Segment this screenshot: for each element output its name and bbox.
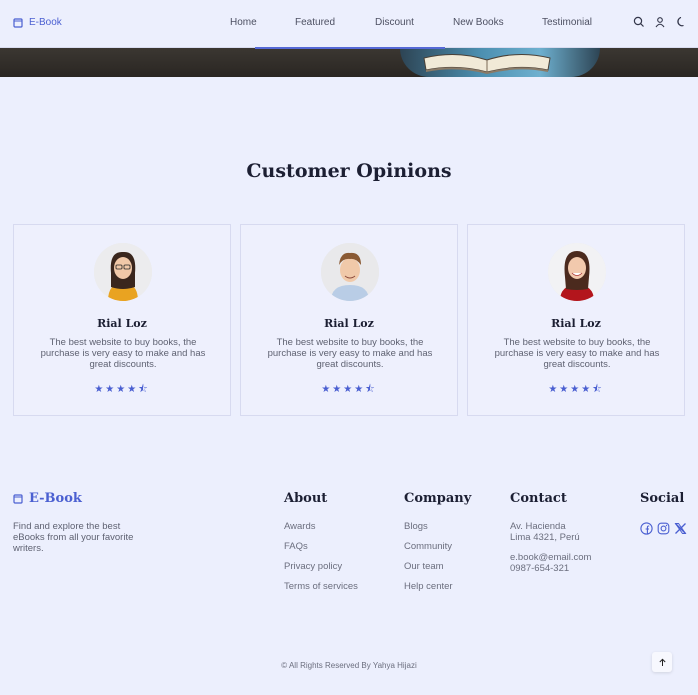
open-book-illustration	[423, 53, 551, 74]
copyright-text: © All Rights Reserved By Yahya Hijazi	[281, 661, 417, 670]
footer-link-awards[interactable]: Awards	[284, 521, 358, 541]
contact-address-line1: Av. Hacienda	[510, 521, 566, 532]
star-rating: ★★★★⯪	[94, 384, 150, 395]
customer-photo	[548, 243, 606, 301]
testimonial-text: The best website to buy books, the purch…	[494, 337, 660, 370]
arrow-up-icon	[658, 658, 666, 666]
nav-link-featured[interactable]: Featured	[295, 17, 335, 28]
contact-address-line2: Lima 4321, Perú	[510, 532, 580, 543]
site-header: E-Book Home Featured Discount New Books …	[0, 0, 698, 48]
avatar	[94, 243, 152, 301]
footer-link-privacy-policy[interactable]: Privacy policy	[284, 561, 358, 581]
scroll-to-top-button[interactable]	[652, 652, 672, 672]
brand-name: E-Book	[29, 17, 62, 28]
search-icon[interactable]	[633, 16, 645, 28]
avatar	[321, 243, 379, 301]
footer-brand-name: E-Book	[29, 491, 82, 506]
footer-link-community[interactable]: Community	[404, 541, 453, 561]
star-rating: ★★★★⯪	[321, 384, 377, 395]
customer-photo	[321, 243, 379, 301]
book-icon	[13, 17, 23, 28]
moon-icon[interactable]	[675, 16, 687, 28]
book-icon	[13, 493, 23, 504]
footer-company-title: Company	[404, 491, 472, 506]
footer-contact-title: Contact	[510, 491, 567, 506]
star-rating: ★★★★⯪	[548, 384, 604, 395]
social-links	[640, 522, 687, 535]
facebook-icon[interactable]	[640, 522, 653, 535]
footer-brand-logo[interactable]: E-Book	[13, 491, 82, 506]
footer-social-title: Social	[640, 491, 685, 506]
nav-link-new-books[interactable]: New Books	[453, 17, 504, 28]
customer-name: Rial Loz	[551, 317, 601, 330]
header-accent-line	[255, 47, 445, 49]
user-icon[interactable]	[654, 16, 666, 28]
hero-image-strip	[0, 48, 698, 77]
footer-description: Find and explore the best eBooks from al…	[13, 521, 134, 554]
instagram-icon[interactable]	[657, 522, 670, 535]
nav-link-home[interactable]: Home	[230, 17, 257, 28]
footer-link-blogs[interactable]: Blogs	[404, 521, 453, 541]
footer-about-title: About	[284, 491, 328, 506]
contact-email[interactable]: e.book@email.com	[510, 552, 591, 563]
testimonial-card: Rial Loz The best website to buy books, …	[13, 224, 231, 416]
avatar	[548, 243, 606, 301]
contact-phone[interactable]: 0987-654-321	[510, 563, 591, 574]
footer-link-help-center[interactable]: Help center	[404, 581, 453, 601]
footer-link-our-team[interactable]: Our team	[404, 561, 453, 581]
footer-company-links: Blogs Community Our team Help center	[404, 521, 453, 601]
footer-link-faqs[interactable]: FAQs	[284, 541, 358, 561]
customer-photo	[94, 243, 152, 301]
testimonial-card: Rial Loz The best website to buy books, …	[467, 224, 685, 416]
testimonial-text: The best website to buy books, the purch…	[267, 337, 433, 370]
brand-logo[interactable]: E-Book	[13, 17, 62, 28]
footer-link-terms[interactable]: Terms of services	[284, 581, 358, 601]
customer-name: Rial Loz	[324, 317, 374, 330]
nav-link-discount[interactable]: Discount	[375, 17, 414, 28]
nav-link-testimonial[interactable]: Testimonial	[542, 17, 592, 28]
section-title: Customer Opinions	[246, 160, 452, 182]
x-twitter-icon[interactable]	[674, 522, 687, 535]
customer-name: Rial Loz	[97, 317, 147, 330]
testimonial-text: The best website to buy books, the purch…	[40, 337, 206, 370]
testimonial-card: Rial Loz The best website to buy books, …	[240, 224, 458, 416]
footer-about-links: Awards FAQs Privacy policy Terms of serv…	[284, 521, 358, 601]
header-tools	[633, 16, 687, 28]
footer-contact-info: Av. Hacienda Lima 4321, Perú e.book@emai…	[510, 521, 591, 574]
